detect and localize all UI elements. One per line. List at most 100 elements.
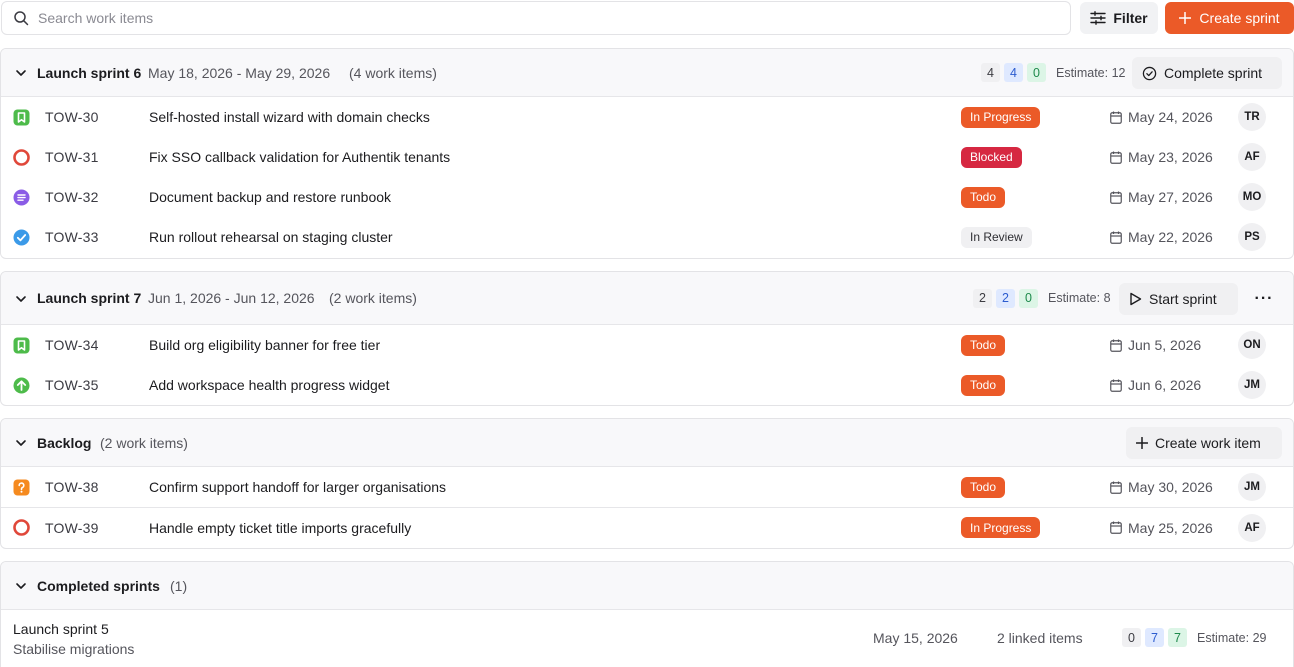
- filter-label: Filter: [1113, 10, 1148, 26]
- work-item-title[interactable]: Fix SSO callback validation for Authenti…: [149, 149, 450, 165]
- avatar[interactable]: JM: [1238, 371, 1266, 399]
- status-badge[interactable]: Todo: [961, 334, 1006, 356]
- avatar[interactable]: JM: [1238, 473, 1266, 501]
- work-item-title[interactable]: Self-hosted install wizard with domain c…: [149, 109, 430, 125]
- work-item-row[interactable]: TOW-39 Handle empty ticket title imports…: [1, 507, 1293, 547]
- work-item-key[interactable]: TOW-35: [45, 377, 99, 393]
- work-item-key[interactable]: TOW-34: [45, 337, 99, 353]
- calendar-icon: [1110, 231, 1122, 244]
- due-date[interactable]: May 25, 2026: [1110, 520, 1213, 536]
- due-date-text: Jun 5, 2026: [1128, 337, 1202, 353]
- create-work-item-button[interactable]: Create work item: [1126, 427, 1282, 459]
- chevron-down-icon[interactable]: [15, 67, 27, 79]
- work-item-title[interactable]: Run rollout rehearsal on staging cluster: [149, 229, 393, 245]
- status-badge[interactable]: Todo: [961, 374, 1006, 396]
- todo-count: 0: [1122, 628, 1141, 647]
- completed-sprint-name[interactable]: Launch sprint 5: [13, 621, 109, 637]
- work-item-key[interactable]: TOW-38: [45, 479, 99, 495]
- chevron-down-icon[interactable]: [15, 437, 27, 449]
- completed-sprints-title[interactable]: Completed sprints: [37, 578, 160, 594]
- chevron-down-icon[interactable]: [15, 293, 27, 305]
- plus-icon: [1136, 437, 1148, 449]
- due-date-text: May 30, 2026: [1128, 479, 1213, 495]
- status-badge[interactable]: In Review: [961, 226, 1032, 248]
- calendar-icon: [1110, 481, 1122, 494]
- status-badge[interactable]: Todo: [961, 186, 1006, 208]
- sprint-title[interactable]: Launch sprint 7: [37, 290, 141, 306]
- work-item-row[interactable]: TOW-33 Run rollout rehearsal on staging …: [1, 217, 1293, 257]
- calendar-icon: [1110, 521, 1122, 534]
- backlog-title[interactable]: Backlog: [37, 435, 91, 451]
- due-date[interactable]: May 27, 2026: [1110, 189, 1213, 205]
- start-sprint-label: Start sprint: [1149, 291, 1217, 307]
- work-item-row[interactable]: TOW-31 Fix SSO callback validation for A…: [1, 137, 1293, 177]
- avatar[interactable]: ON: [1238, 331, 1266, 359]
- sprint-title[interactable]: Launch sprint 6: [37, 65, 141, 81]
- work-item-key[interactable]: TOW-31: [45, 149, 99, 165]
- question-icon: [13, 479, 30, 495]
- sprint-section: Launch sprint 6 May 18, 2026 - May 29, 2…: [0, 48, 1294, 259]
- status-badge[interactable]: Blocked: [961, 146, 1022, 168]
- avatar[interactable]: PS: [1238, 223, 1266, 251]
- due-date[interactable]: May 23, 2026: [1110, 149, 1213, 165]
- arrow-up-icon: [13, 377, 30, 393]
- chevron-down-icon[interactable]: [15, 580, 27, 592]
- status-badge[interactable]: Todo: [961, 476, 1006, 498]
- more-icon: ···: [1254, 290, 1274, 307]
- more-options-button[interactable]: ···: [1248, 283, 1280, 315]
- work-item-title[interactable]: Confirm support handoff for larger organ…: [149, 479, 446, 495]
- work-item-key[interactable]: TOW-30: [45, 109, 99, 125]
- due-date-text: May 22, 2026: [1128, 229, 1213, 245]
- due-date[interactable]: May 30, 2026: [1110, 479, 1213, 495]
- avatar[interactable]: AF: [1238, 143, 1266, 171]
- sprint-counters: 0 7 7 Estimate: 29: [1122, 628, 1266, 647]
- calendar-icon: [1110, 379, 1122, 392]
- play-icon: [1130, 292, 1142, 306]
- bookmark-icon: [13, 109, 30, 125]
- search-box[interactable]: [1, 1, 1071, 35]
- avatar[interactable]: MO: [1238, 183, 1266, 211]
- search-input[interactable]: [38, 10, 938, 26]
- work-item-row[interactable]: TOW-34 Build org eligibility banner for …: [1, 325, 1293, 365]
- work-item-row[interactable]: TOW-30 Self-hosted install wizard with d…: [1, 97, 1293, 137]
- work-item-title[interactable]: Document backup and restore runbook: [149, 189, 391, 205]
- status-badge[interactable]: In Progress: [961, 517, 1041, 538]
- work-item-key[interactable]: TOW-39: [45, 520, 99, 536]
- due-date[interactable]: Jun 6, 2026: [1110, 377, 1201, 393]
- work-item-row[interactable]: TOW-32 Document backup and restore runbo…: [1, 177, 1293, 217]
- start-sprint-button[interactable]: Start sprint: [1119, 283, 1238, 315]
- completed-sprints-section: Completed sprints (1) Launch sprint 5 St…: [0, 561, 1294, 667]
- sprint-estimate: Estimate: 12: [1056, 65, 1126, 80]
- work-item-title[interactable]: Add workspace health progress widget: [149, 377, 389, 393]
- linked-items-count: 2 linked items: [997, 630, 1083, 646]
- check-circle-icon: [1142, 66, 1157, 80]
- work-item-title[interactable]: Build org eligibility banner for free ti…: [149, 337, 380, 353]
- create-sprint-button[interactable]: Create sprint: [1165, 2, 1294, 34]
- work-item-key[interactable]: TOW-33: [45, 229, 99, 245]
- sprint-dates: May 18, 2026 - May 29, 2026: [148, 64, 331, 81]
- work-item-row[interactable]: TOW-35 Add workspace health progress wid…: [1, 365, 1293, 405]
- sliders-icon: [1090, 11, 1107, 25]
- completed-sprint-row[interactable]: Launch sprint 5 Stabilise migrations May…: [1, 610, 1293, 667]
- status-badge[interactable]: In Progress: [961, 106, 1041, 128]
- bookmark-icon: [13, 337, 30, 353]
- due-date[interactable]: May 24, 2026: [1110, 109, 1213, 125]
- due-date-text: May 24, 2026: [1128, 109, 1213, 125]
- due-date-text: May 25, 2026: [1128, 519, 1213, 536]
- filter-button[interactable]: Filter: [1080, 2, 1158, 34]
- avatar[interactable]: AF: [1238, 513, 1266, 542]
- create-sprint-label: Create sprint: [1199, 10, 1280, 26]
- toolbar: Filter Create sprint: [0, 0, 1294, 36]
- sprint-counters: 4 4 0 Estimate: 12: [981, 63, 1125, 82]
- checkbox-icon: [13, 229, 30, 245]
- create-work-item-label: Create work item: [1155, 435, 1261, 451]
- avatar[interactable]: TR: [1238, 103, 1266, 131]
- work-item-key[interactable]: TOW-32: [45, 189, 99, 205]
- completed-sprint-date: May 15, 2026: [873, 630, 958, 646]
- complete-sprint-button[interactable]: Complete sprint: [1132, 57, 1282, 89]
- work-item-title[interactable]: Handle empty ticket title imports gracef…: [149, 520, 411, 536]
- due-date[interactable]: May 22, 2026: [1110, 229, 1213, 245]
- due-date[interactable]: Jun 5, 2026: [1110, 337, 1201, 353]
- work-item-row[interactable]: TOW-38 Confirm support handoff for large…: [1, 467, 1293, 507]
- sprint-section: Launch sprint 7 Jun 1, 2026 - Jun 12, 20…: [0, 271, 1294, 406]
